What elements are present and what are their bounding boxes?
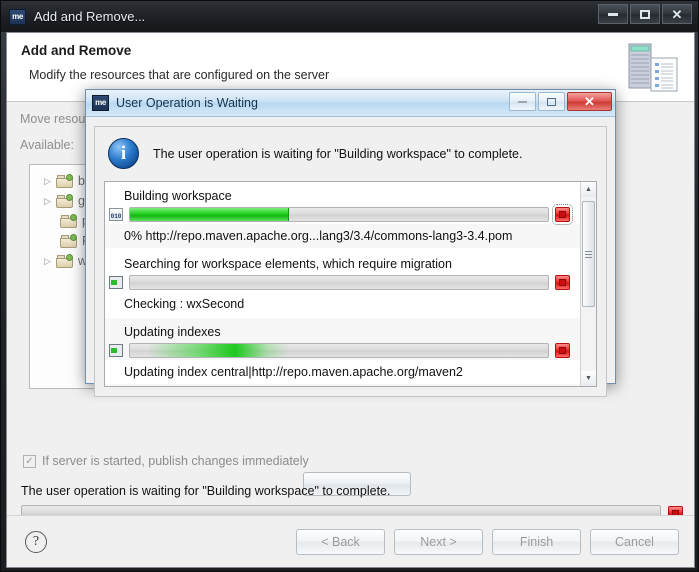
close-icon: ✕ (671, 6, 683, 22)
window-title: Add and Remove... (34, 9, 146, 24)
finish-button[interactable]: Finish (492, 528, 581, 555)
page-subtitle: Modify the resources that are configured… (29, 68, 330, 82)
publish-immediately-row[interactable]: ✓ If server is started, publish changes … (23, 454, 309, 468)
maximize-icon (640, 9, 650, 19)
dialog-inner-panel: i The user operation is waiting for "Bui… (94, 126, 607, 397)
task-name: Updating indexes (124, 325, 221, 339)
task-item: Searching for workspace elements, which … (105, 250, 580, 318)
next-button[interactable]: Next > (394, 528, 483, 555)
dialog-close-button[interactable]: ✕ (567, 92, 612, 111)
chevron-right-icon[interactable]: ▷ (44, 196, 56, 207)
task-name: Building workspace (124, 189, 232, 203)
stop-icon (559, 347, 566, 354)
wizard-status-area: The user operation is waiting for "Build… (21, 484, 683, 515)
progress-task-list: Building workspace 0% http://repo.maven.… (104, 181, 597, 387)
info-icon: i (108, 138, 139, 169)
minimize-icon (608, 12, 618, 16)
close-button[interactable]: ✕ (662, 4, 692, 24)
project-folder-icon (60, 234, 77, 248)
minimize-button[interactable] (598, 4, 628, 24)
progress-task-rows: Building workspace 0% http://repo.maven.… (105, 182, 580, 386)
maximize-button[interactable] (630, 4, 660, 24)
task-progress-bar (129, 343, 549, 358)
dialog-minimize-button[interactable] (509, 92, 536, 111)
stop-icon (559, 211, 566, 218)
task-progress-row (105, 275, 580, 292)
dialog-message: The user operation is waiting for "Build… (153, 146, 523, 161)
dialog-titlebar[interactable]: me User Operation is Waiting ✕ (86, 90, 615, 117)
minimize-icon (518, 100, 527, 103)
task-progress-bar (129, 275, 549, 290)
scroll-down-arrow-icon[interactable]: ▼ (581, 371, 596, 386)
window-controls: ✕ (598, 4, 692, 24)
dialog-message-row: i The user operation is waiting for "Bui… (108, 138, 597, 169)
scrollbar-track[interactable] (581, 197, 596, 371)
page-title: Add and Remove (21, 43, 132, 58)
wizard-footer: ? < Back Next > Finish Cancel (7, 515, 694, 567)
scrollbar-thumb[interactable] (582, 201, 595, 307)
task-list-scrollbar[interactable]: ▲ ▼ (580, 182, 596, 386)
user-operation-waiting-dialog: me User Operation is Waiting ✕ i The use… (85, 89, 616, 397)
project-folder-icon (56, 174, 73, 188)
task-detail: Checking : wxSecond (124, 297, 245, 311)
task-item: Updating indexes Updating index central|… (105, 318, 580, 386)
publish-immediately-label: If server is started, publish changes im… (42, 454, 309, 468)
help-icon[interactable]: ? (25, 530, 47, 553)
binary-file-icon (109, 208, 123, 221)
back-button[interactable]: < Back (296, 528, 385, 555)
status-progress-row (21, 505, 683, 515)
project-folder-icon (60, 214, 77, 228)
task-detail: 0% http://repo.maven.apache.org...lang3/… (105, 224, 580, 248)
task-progress-row (105, 204, 580, 225)
project-folder-icon (56, 194, 73, 208)
stop-button[interactable] (555, 343, 570, 358)
stop-button[interactable] (552, 204, 573, 225)
close-icon: ✕ (584, 93, 595, 109)
wizard-buttons: < Back Next > Finish Cancel (296, 528, 679, 555)
dialog-title: User Operation is Waiting (116, 96, 258, 110)
dialog-restore-button[interactable] (538, 92, 565, 111)
migration-icon (109, 344, 123, 357)
application-window: me Add and Remove... ✕ Add and Remove Mo… (0, 0, 699, 572)
scroll-up-arrow-icon[interactable]: ▲ (581, 182, 596, 197)
publish-immediately-checkbox[interactable]: ✓ (23, 454, 36, 468)
stop-icon (559, 279, 566, 286)
task-item: Building workspace 0% http://repo.maven.… (105, 182, 580, 250)
window-titlebar[interactable]: me Add and Remove... ✕ (1, 1, 698, 32)
chevron-right-icon[interactable]: ▷ (44, 176, 56, 187)
chevron-right-icon[interactable]: ▷ (44, 256, 56, 267)
app-icon: me (9, 8, 26, 25)
restore-icon (547, 97, 556, 106)
task-detail: Updating index central|http://repo.maven… (105, 360, 580, 384)
dialog-app-icon: me (92, 95, 109, 111)
task-name: Searching for workspace elements, which … (124, 257, 452, 271)
status-progress-bar (21, 505, 661, 515)
task-progress-bar (129, 207, 549, 222)
stop-button[interactable] (668, 506, 683, 515)
migration-icon (109, 276, 123, 289)
cancel-button[interactable]: Cancel (590, 528, 679, 555)
dialog-body: i The user operation is waiting for "Bui… (86, 117, 615, 405)
status-message: The user operation is waiting for "Build… (21, 484, 391, 498)
server-and-list-icon (628, 43, 678, 92)
grip-icon (585, 250, 592, 258)
project-folder-icon (56, 254, 73, 268)
task-progress-row (105, 343, 580, 360)
stop-button[interactable] (555, 275, 570, 290)
dialog-window-controls: ✕ (509, 92, 612, 111)
